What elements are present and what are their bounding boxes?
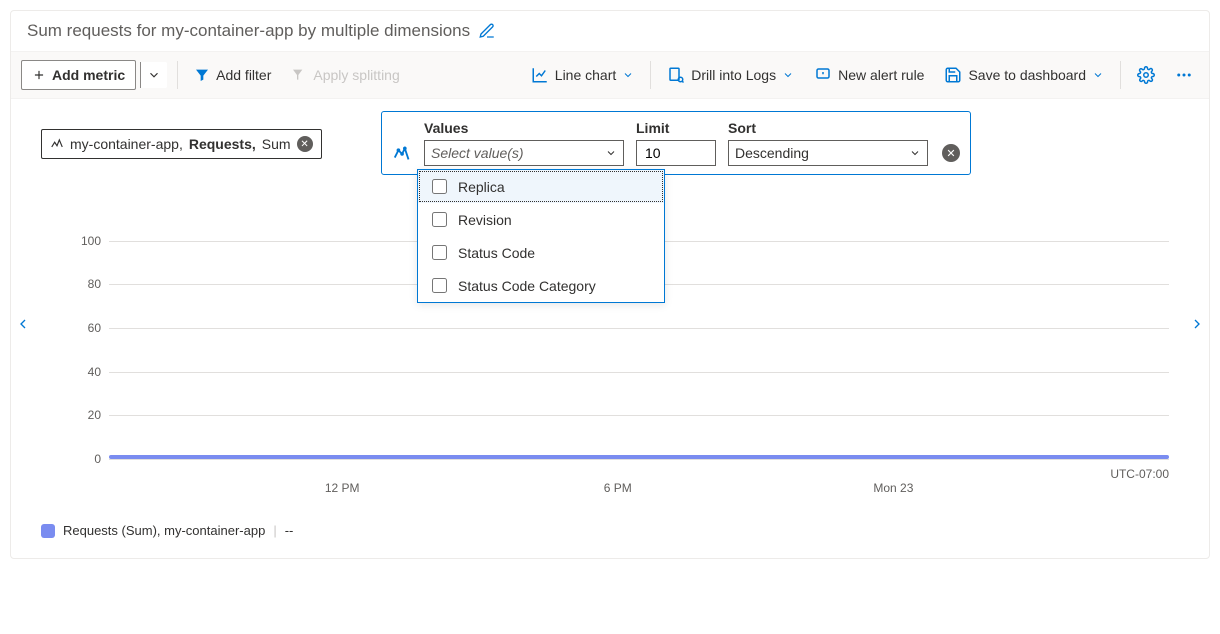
new-alert-button[interactable]: New alert rule: [808, 62, 930, 88]
chevron-down-icon: [1092, 69, 1104, 81]
toolbar: Add metric Add filter Apply splitting Li…: [11, 51, 1209, 99]
y-tick: 100: [81, 234, 101, 248]
add-metric-button[interactable]: Add metric: [21, 60, 136, 90]
legend-value: --: [285, 523, 294, 538]
more-icon: [1175, 66, 1193, 84]
sort-label: Sort: [728, 120, 928, 136]
save-dashboard-button[interactable]: Save to dashboard: [938, 62, 1110, 88]
values-select[interactable]: Select value(s): [424, 140, 624, 166]
dropdown-option[interactable]: Replica: [418, 170, 664, 203]
x-tick: Mon 23: [873, 481, 913, 495]
timezone-label: UTC-07:00: [1110, 467, 1169, 481]
split-icon: [291, 67, 307, 83]
y-tick: 0: [94, 452, 101, 466]
limit-label: Limit: [636, 120, 716, 136]
legend-swatch: [41, 524, 55, 538]
settings-button[interactable]: [1131, 62, 1161, 88]
add-filter-button[interactable]: Add filter: [188, 63, 277, 87]
add-metric-dropdown-button[interactable]: [140, 62, 167, 88]
alert-icon: [814, 66, 832, 84]
chart-area: my-container-app, Requests, Sum ✕ Values…: [11, 99, 1209, 519]
nav-next-button[interactable]: [1187, 309, 1207, 339]
x-tick: 6 PM: [604, 481, 632, 495]
y-tick: 80: [88, 277, 101, 291]
line-chart-button[interactable]: Line chart: [525, 62, 640, 88]
nav-prev-button[interactable]: [13, 309, 33, 339]
gear-icon: [1137, 66, 1155, 84]
option-checkbox[interactable]: [432, 179, 447, 194]
limit-input[interactable]: [643, 144, 683, 162]
metric-aggregation: Sum: [262, 136, 291, 152]
gridline: [109, 328, 1169, 329]
divider: [1120, 61, 1121, 89]
dropdown-option[interactable]: Revision: [418, 203, 664, 236]
y-tick: 40: [88, 365, 101, 379]
x-tick: 12 PM: [325, 481, 360, 495]
legend-label: Requests (Sum), my-container-app: [63, 523, 265, 538]
legend: Requests (Sum), my-container-app | --: [11, 519, 1209, 558]
dropdown-option[interactable]: Status Code Category: [418, 269, 664, 302]
chevron-down-icon: [605, 147, 617, 159]
values-dropdown: ReplicaRevisionStatus CodeStatus Code Ca…: [417, 169, 665, 303]
more-button[interactable]: [1169, 62, 1199, 88]
divider: [650, 61, 651, 89]
chevron-down-icon: [909, 147, 921, 159]
option-checkbox[interactable]: [432, 245, 447, 260]
page-title: Sum requests for my-container-app by mul…: [27, 21, 470, 41]
chevron-down-icon: [147, 68, 161, 82]
values-label: Values: [424, 120, 624, 136]
metric-name: Requests,: [189, 136, 256, 152]
chevron-down-icon: [782, 69, 794, 81]
dropdown-option[interactable]: Status Code: [418, 236, 664, 269]
split-icon: [392, 142, 414, 164]
gridline: [109, 459, 1169, 460]
option-checkbox[interactable]: [432, 212, 447, 227]
logs-icon: [667, 66, 685, 84]
legend-separator: |: [273, 523, 276, 538]
save-icon: [944, 66, 962, 84]
line-chart-icon: [531, 66, 549, 84]
chevron-down-icon: [622, 69, 634, 81]
y-tick: 60: [88, 321, 101, 335]
close-icon[interactable]: ✕: [942, 144, 960, 162]
divider: [177, 61, 178, 89]
metric-resource: my-container-app,: [70, 136, 183, 152]
splitting-panel: Values Select value(s) Limit Sort Descen…: [381, 111, 971, 175]
chevron-left-icon: [15, 316, 31, 332]
y-axis: 020406080100: [61, 219, 101, 459]
series-line: [109, 455, 1169, 459]
metric-icon: [50, 137, 64, 151]
drill-logs-button[interactable]: Drill into Logs: [661, 62, 800, 88]
edit-icon[interactable]: [478, 22, 496, 40]
sort-select[interactable]: Descending: [728, 140, 928, 166]
apply-splitting-button: Apply splitting: [285, 63, 405, 87]
option-checkbox[interactable]: [432, 278, 447, 293]
gridline: [109, 372, 1169, 373]
limit-input-wrap: [636, 140, 716, 166]
filter-icon: [194, 67, 210, 83]
metric-chip[interactable]: my-container-app, Requests, Sum ✕: [41, 129, 322, 159]
y-tick: 20: [88, 408, 101, 422]
close-icon[interactable]: ✕: [297, 136, 313, 152]
chevron-right-icon: [1189, 316, 1205, 332]
plus-icon: [32, 68, 46, 82]
gridline: [109, 415, 1169, 416]
